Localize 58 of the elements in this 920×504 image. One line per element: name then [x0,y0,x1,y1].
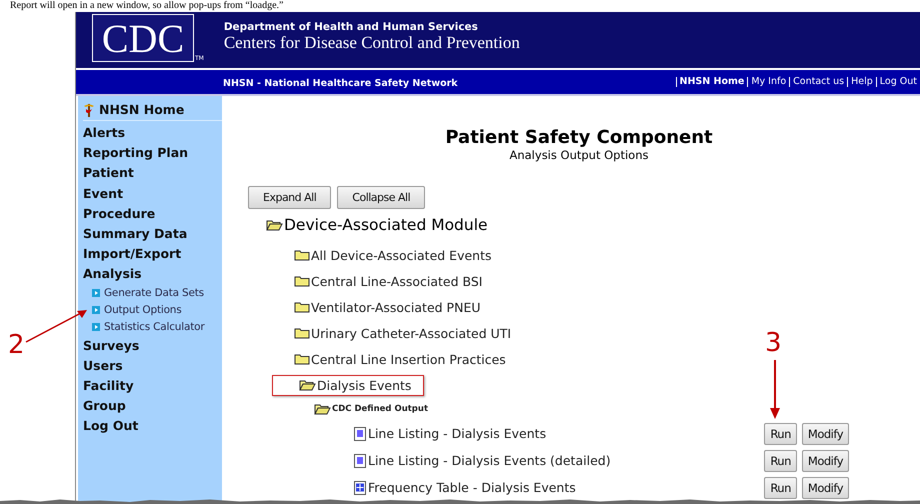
cdc-logo: CDC [92,14,194,62]
folder-label[interactable]: Ventilator-Associated PNEU [311,300,480,314]
report-name[interactable]: Line Listing - Dialysis Events [368,426,546,441]
report-name[interactable]: Frequency Table - Dialysis Events [368,480,576,495]
caduceus-icon [83,102,95,116]
toolbar-button[interactable]: Expand All [248,186,332,209]
toolbar-button[interactable]: Collapse All [337,186,426,209]
folder-label[interactable]: All Device-Associated Events [311,248,492,262]
site-title: NHSN - National Healthcare Safety Network [223,78,458,89]
nav-link[interactable]: Log Out [876,77,920,87]
folder-label[interactable]: Central Line-Associated BSI [311,274,482,288]
sidebar-link[interactable]: Surveys [83,336,222,356]
agency-name: Centers for Disease Control and Prevention [224,33,520,53]
run-button[interactable]: Run [764,476,797,498]
callout-number: 3 [765,330,782,356]
folder-label[interactable]: Device-Associated Module [284,216,488,234]
bullet-icon [92,306,100,314]
nav-link[interactable]: My Info [747,77,790,87]
modify-button[interactable]: Modify [802,476,849,498]
run-button[interactable]: Run [764,450,797,472]
sidebar-link[interactable]: Reporting Plan [83,143,222,164]
sidebar-link[interactable]: Analysis [83,264,222,284]
nav-link[interactable]: NHSN Home [676,77,748,87]
sidebar-link[interactable]: Procedure [83,204,222,224]
sidebar-link[interactable]: Event [83,184,222,204]
page-title: Patient Safety Component [445,127,713,148]
sidebar-link[interactable]: NHSN Home [99,102,184,117]
modify-button[interactable]: Modify [802,422,849,444]
report-name[interactable]: Line Listing - Dialysis Events (detailed) [368,453,611,468]
table-icon [354,480,366,494]
folder-label[interactable]: CDC Defined Output [332,404,428,414]
nav-link[interactable]: Contact us [789,77,848,87]
sidebar-link[interactable]: Output Options [104,304,182,316]
sidebar-link[interactable]: Alerts [83,123,222,144]
modify-button[interactable]: Modify [802,450,849,472]
callout-arrow [769,360,781,420]
nav-link[interactable]: Help [847,77,876,87]
document-icon [354,426,366,440]
bullet-icon [92,289,100,297]
sidebar-link[interactable]: Log Out [83,416,222,436]
document-icon [354,454,366,468]
sidebar-link[interactable]: Users [83,356,222,376]
sidebar-link[interactable]: Generate Data Sets [104,287,204,299]
sidebar-link[interactable]: Import/Export [83,244,222,264]
sidebar-link[interactable]: Summary Data [83,224,222,244]
document-text: Report will open in a new window, so allow pop-ups from “loadge.” [10,0,284,12]
sidebar-link[interactable]: Facility [83,376,222,396]
sidebar-link[interactable]: Group [83,396,222,416]
sidebar-link[interactable]: Statistics Calculator [104,321,204,333]
sidebar-link[interactable]: Patient [83,163,222,184]
folder-label[interactable]: Urinary Catheter-Associated UTI [311,326,512,340]
run-button[interactable]: Run [764,422,797,444]
folder-label[interactable]: Central Line Insertion Practices [311,352,506,366]
bullet-icon [92,323,100,331]
folder-label[interactable]: Dialysis Events [317,378,412,392]
callout-number: 2 [8,332,25,358]
department-name: Department of Health and Human Services [224,21,479,33]
page-subtitle: Analysis Output Options [509,148,648,162]
